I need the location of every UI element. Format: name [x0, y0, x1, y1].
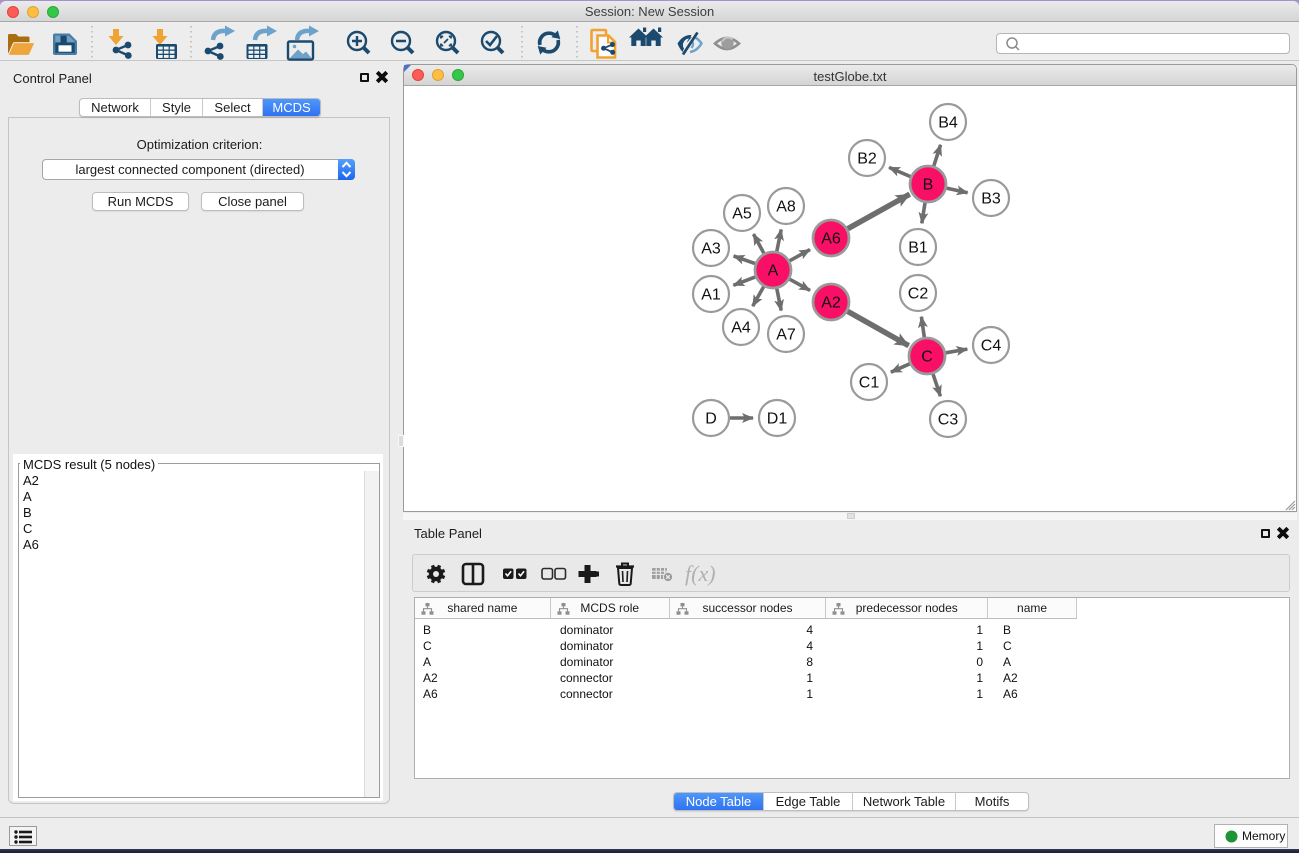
svg-text:B3: B3: [981, 191, 1001, 208]
svg-text:A1: A1: [701, 287, 721, 304]
svg-text:A3: A3: [701, 241, 721, 258]
svg-text:D1: D1: [767, 411, 788, 428]
svg-text:A2: A2: [821, 295, 841, 312]
svg-text:C1: C1: [859, 375, 880, 392]
svg-text:C2: C2: [908, 286, 929, 303]
svg-text:A: A: [768, 263, 779, 280]
svg-text:B2: B2: [857, 151, 877, 168]
svg-text:f(x): f(x): [685, 561, 716, 586]
svg-text:A5: A5: [732, 206, 752, 223]
svg-text:A8: A8: [776, 199, 796, 216]
svg-text:B4: B4: [938, 115, 958, 132]
svg-text:C4: C4: [981, 338, 1002, 355]
svg-text:D: D: [705, 411, 717, 428]
svg-text:A6: A6: [821, 231, 841, 248]
svg-text:B1: B1: [908, 240, 928, 257]
svg-text:B: B: [923, 177, 934, 194]
svg-text:A7: A7: [776, 327, 796, 344]
svg-text:C3: C3: [938, 412, 959, 429]
svg-text:A4: A4: [731, 320, 751, 337]
svg-text:C: C: [921, 349, 933, 366]
